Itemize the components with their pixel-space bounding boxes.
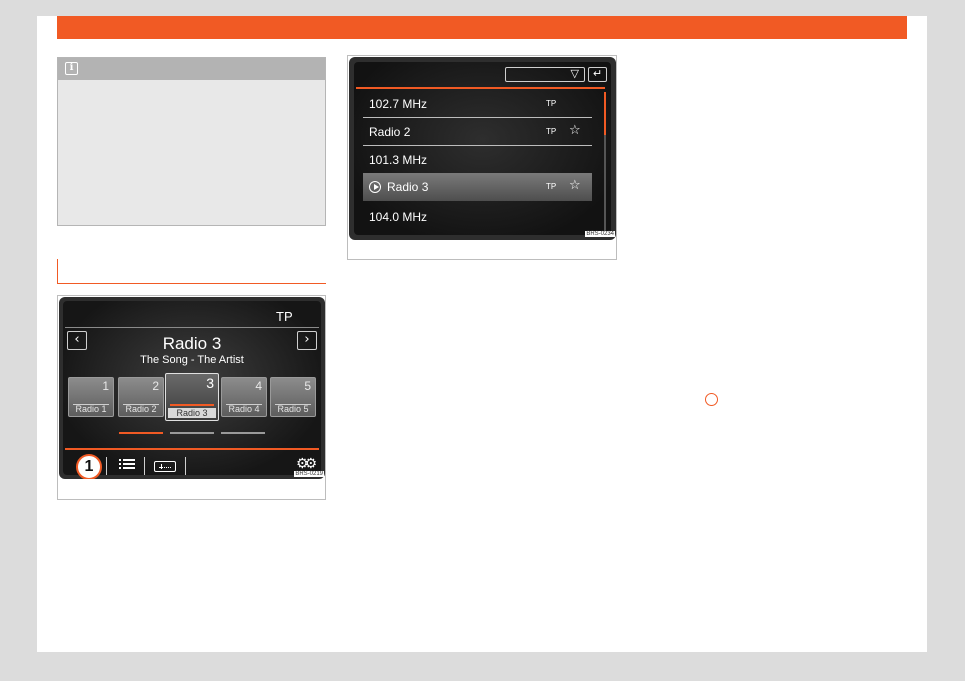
header-bar (57, 16, 907, 39)
station-row-selected[interactable]: Radio 3 TP ☆ (363, 173, 592, 201)
info-icon: i (65, 62, 78, 75)
divider (65, 327, 319, 328)
station-list-display: ▽ ↵ 102.7 MHz TP Radio 2 TP ☆ 101.3 MHz (354, 62, 611, 235)
divider (185, 457, 186, 475)
star-icon[interactable]: ☆ (569, 178, 581, 193)
station-name: Radio 3 (387, 180, 429, 194)
station-row[interactable]: Radio 2 TP ☆ (363, 118, 592, 146)
page-indicator (221, 432, 265, 434)
radio-screen: TP ‹ › Radio 3 The Song - The Artist 1 R… (59, 297, 325, 479)
preset-button-1[interactable]: 1 Radio 1 (68, 377, 114, 417)
star-icon[interactable]: ☆ (569, 123, 581, 138)
station-list-screen: ▽ ↵ 102.7 MHz TP Radio 2 TP ☆ 101.3 MHz (349, 57, 616, 240)
now-playing-text: The Song - The Artist (140, 354, 244, 366)
preset-button-2[interactable]: 2 Radio 2 (118, 377, 164, 417)
tp-indicator: TP (546, 182, 557, 191)
figure-radio-main: TP ‹ › Radio 3 The Song - The Artist 1 R… (57, 295, 326, 500)
back-arrow-icon: ↵ (592, 67, 603, 80)
page-indicator (170, 432, 214, 434)
station-row[interactable]: 104.0 MHz (363, 203, 592, 231)
back-button[interactable]: ↵ (588, 67, 607, 82)
preset-number: 1 (102, 379, 109, 393)
preset-label: Radio 2 (125, 404, 157, 414)
preset-bar (170, 404, 214, 406)
preset-label: Radio 4 (228, 404, 260, 414)
callout-1: 1 (76, 454, 102, 479)
station-name: Radio 3 (162, 334, 222, 353)
radio-screen-display: TP ‹ › Radio 3 The Song - The Artist 1 R… (63, 301, 321, 479)
figure-station-list: ▽ ↵ 102.7 MHz TP Radio 2 TP ☆ 101.3 MHz (347, 55, 617, 260)
play-icon (369, 181, 381, 193)
tp-indicator: TP (276, 309, 293, 324)
image-code: BRS-0234 (585, 231, 615, 237)
band-selector-icon[interactable] (154, 461, 176, 472)
image-code: BRS-0219 (294, 471, 324, 477)
station-name: 101.3 MHz (369, 153, 428, 167)
tp-indicator: TP (546, 127, 557, 136)
divider (144, 457, 145, 475)
note-header: i (58, 58, 325, 80)
note-box: i (57, 57, 326, 226)
orange-divider (356, 87, 605, 89)
preset-number: 3 (206, 375, 214, 391)
list-icon[interactable] (119, 459, 135, 472)
preset-number: 5 (304, 379, 311, 393)
preset-label: Radio 1 (75, 404, 107, 414)
preset-number: 4 (255, 379, 262, 393)
station-name: Radio 2 (369, 125, 411, 139)
reference-circle-marker (705, 393, 718, 406)
station-row[interactable]: 102.7 MHz TP (363, 90, 592, 118)
orange-divider (65, 448, 319, 450)
scrollbar-thumb[interactable] (604, 92, 606, 135)
station-name: 104.0 MHz (369, 210, 428, 224)
preset-label: Radio 3 (168, 408, 216, 418)
station-name: 102.7 MHz (369, 97, 428, 111)
page-indicator-active (119, 432, 163, 434)
station-row[interactable]: 101.3 MHz (363, 146, 592, 174)
section-heading-rule (57, 259, 326, 284)
settings-gear-icon[interactable]: ⚙⚙ (296, 456, 317, 472)
divider (106, 457, 107, 475)
triangle-down-icon: ▽ (570, 67, 579, 80)
preset-number: 2 (152, 379, 159, 393)
preset-button-3[interactable]: 3 Radio 3 (165, 373, 219, 421)
preset-button-5[interactable]: 5 Radio 5 (270, 377, 316, 417)
tp-indicator: TP (546, 99, 557, 108)
filter-dropdown[interactable]: ▽ (505, 67, 585, 82)
preset-button-4[interactable]: 4 Radio 4 (221, 377, 267, 417)
preset-label: Radio 5 (277, 404, 309, 414)
